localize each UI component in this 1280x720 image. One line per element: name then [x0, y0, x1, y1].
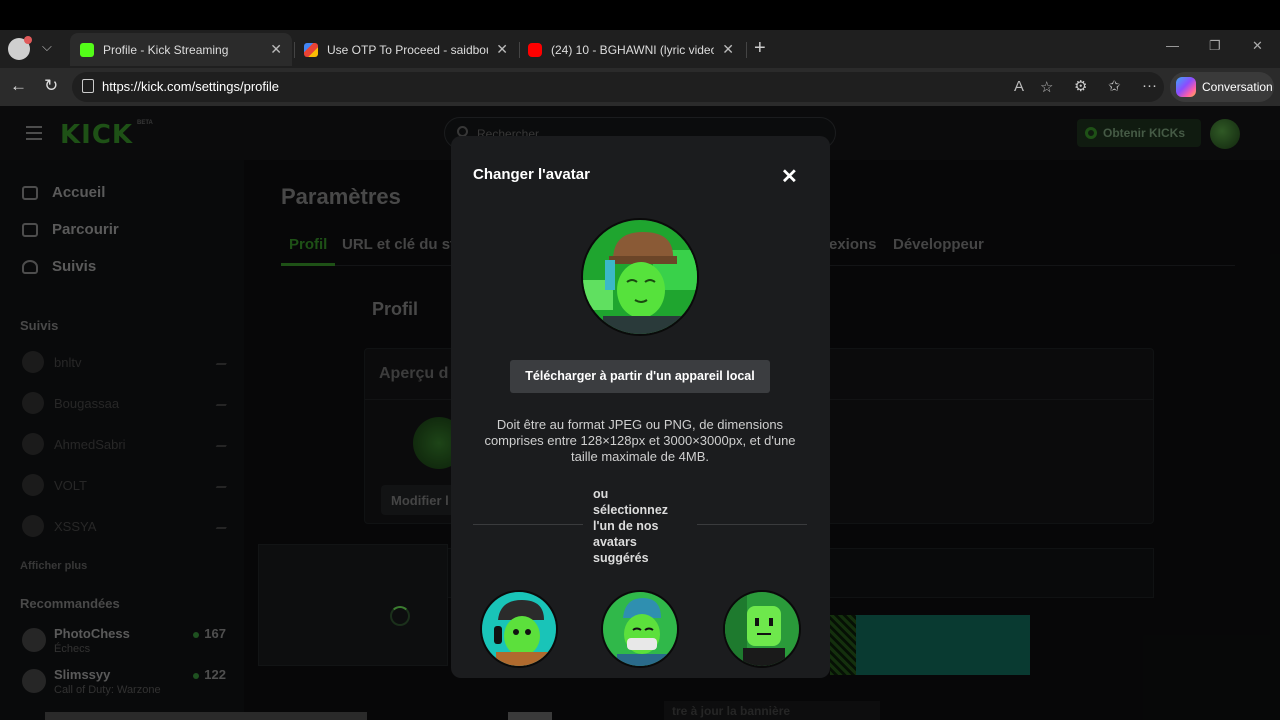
favorites-icon[interactable]: ✩	[1108, 77, 1121, 95]
upload-local-button[interactable]: Télécharger à partir d'un appareil local	[510, 360, 770, 393]
browser-profile-icon[interactable]	[8, 36, 32, 60]
close-tab-icon[interactable]: ✕	[722, 41, 734, 58]
back-arrow-icon[interactable]: ←	[10, 76, 27, 96]
copilot-icon	[1176, 77, 1196, 97]
tab-actions-chevron-icon[interactable]: ⌵	[42, 39, 52, 55]
or-select-suggested-text: ou sélectionnez l'un de nos avatars sugg…	[593, 487, 669, 565]
conversation-label: Conversation	[1202, 80, 1273, 94]
suggested-avatar-bandana[interactable]	[601, 590, 679, 668]
more-menu-icon[interactable]: ···	[1142, 77, 1157, 94]
current-avatar	[581, 218, 699, 336]
screen: ⌵ Profile - Kick Streaming ✕ Use OTP To …	[0, 0, 1280, 720]
gmail-favicon-icon	[304, 42, 318, 57]
change-avatar-modal: Changer l'avatar ✕ Télécharger à partir …	[451, 136, 830, 678]
extensions-icon[interactable]: ⚙	[1074, 77, 1087, 95]
divider-left	[473, 524, 583, 525]
url-text[interactable]: https://kick.com/settings/profile	[102, 79, 279, 94]
divider-right	[697, 524, 807, 525]
tab-kick-profile[interactable]: Profile - Kick Streaming ✕	[70, 33, 292, 66]
close-tab-icon[interactable]: ✕	[270, 41, 282, 58]
suggested-avatar-headphones[interactable]	[480, 590, 558, 668]
browser-toolbar: ← ↻ https://kick.com/settings/profile A …	[0, 68, 1280, 106]
youtube-favicon-icon	[528, 42, 542, 57]
favorite-star-icon[interactable]: ☆	[1040, 78, 1053, 96]
close-icon[interactable]: ✕	[781, 164, 798, 189]
screen-top-black-bar	[0, 0, 1280, 30]
kick-favicon-icon	[80, 42, 94, 57]
taskbar-item	[45, 712, 367, 720]
read-aloud-icon[interactable]: A	[1014, 78, 1024, 95]
close-tab-icon[interactable]: ✕	[496, 41, 508, 58]
tab-gmail-otp[interactable]: Use OTP To Proceed - saidbourziq ✕	[294, 33, 518, 66]
tab-title: Profile - Kick Streaming	[103, 42, 229, 57]
new-tab-plus-icon[interactable]: +	[754, 37, 766, 60]
file-requirements-text: Doit être au format JPEG ou PNG, de dime…	[484, 417, 796, 464]
tab-divider	[746, 42, 747, 58]
conversation-button[interactable]: Conversation	[1170, 72, 1274, 102]
address-bar[interactable]: https://kick.com/settings/profile A ☆	[72, 72, 1164, 102]
restore-window-icon[interactable]: ❐	[1209, 38, 1221, 54]
tab-title: (24) 10 - BGHAWNI (lyric video) #2	[551, 42, 715, 57]
reload-icon[interactable]: ↻	[44, 76, 58, 96]
tab-youtube-video[interactable]: (24) 10 - BGHAWNI (lyric video) #2 ✕	[518, 33, 744, 66]
browser-tab-strip: ⌵ Profile - Kick Streaming ✕ Use OTP To …	[0, 30, 1280, 68]
suggested-avatar-robot[interactable]	[723, 590, 801, 668]
tab-title: Use OTP To Proceed - saidbourziq	[327, 42, 488, 57]
modal-title: Changer l'avatar	[473, 166, 590, 183]
taskbar-item	[508, 712, 552, 720]
lock-icon[interactable]	[82, 79, 94, 93]
close-window-icon[interactable]: ✕	[1252, 38, 1263, 54]
minimize-window-icon[interactable]: —	[1166, 38, 1179, 53]
